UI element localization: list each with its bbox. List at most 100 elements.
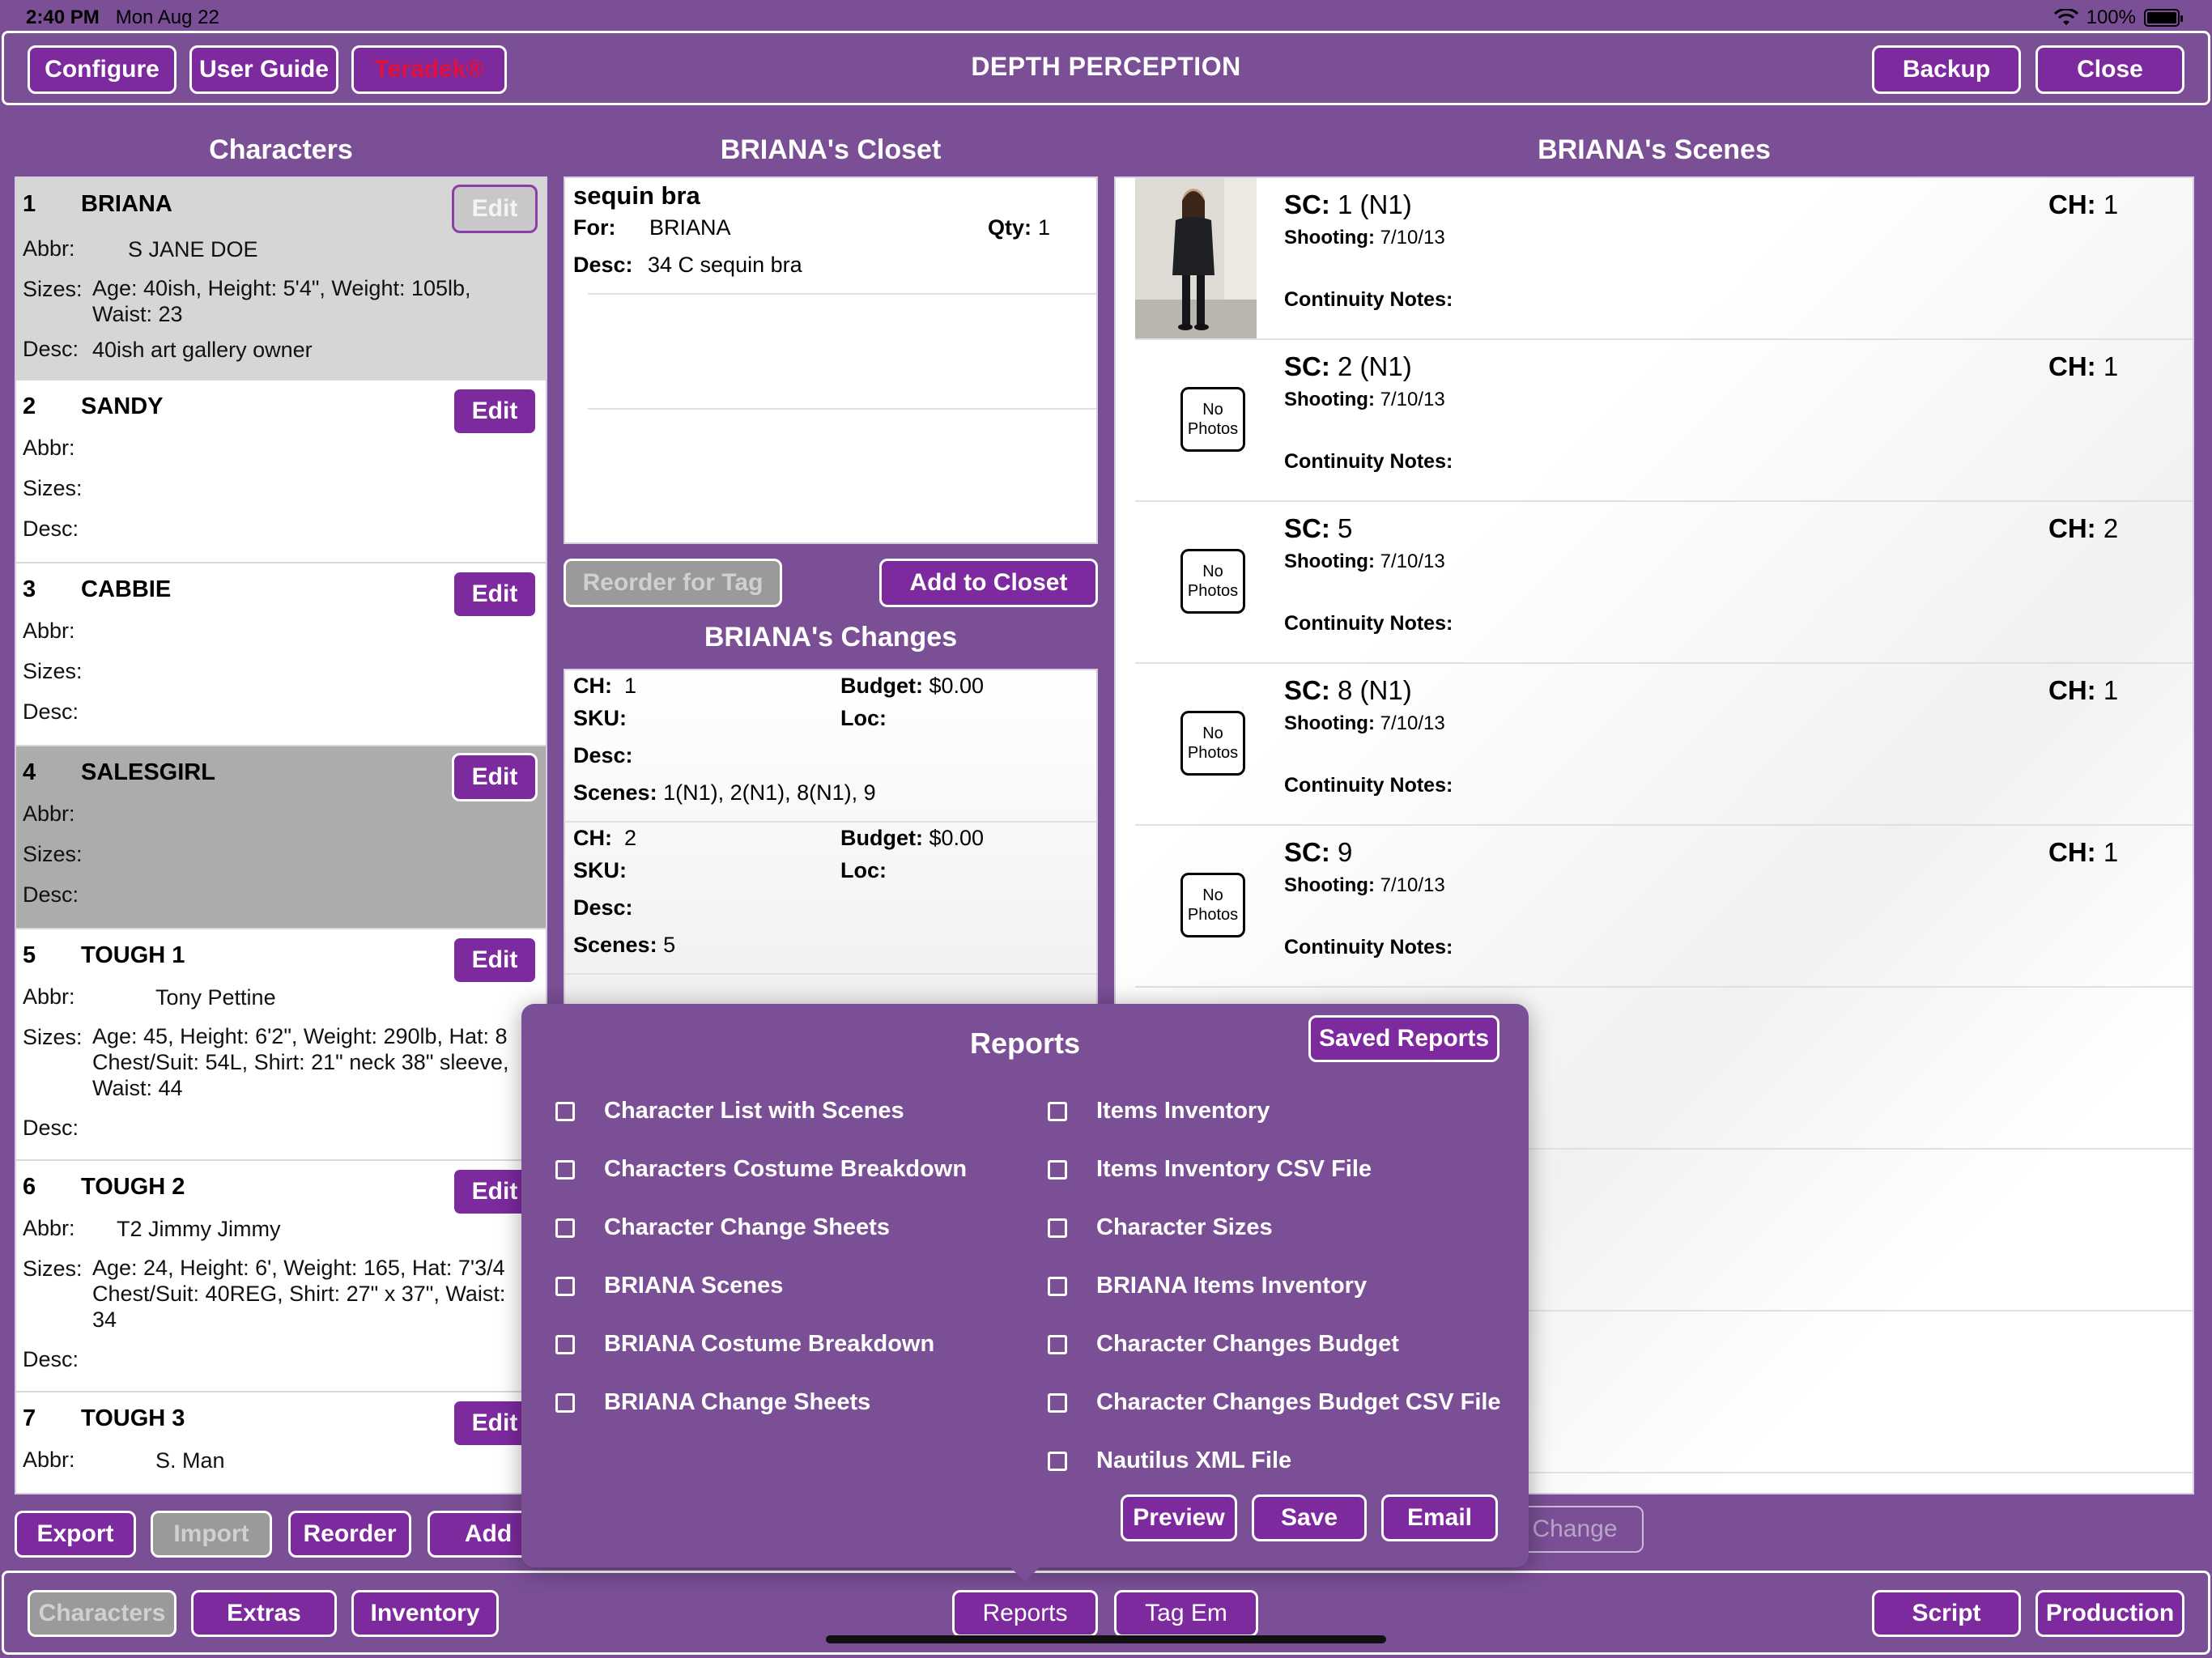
scene-row[interactable]: No Photos SC: 2 (N1) CH: 1 Shooting: 7/10…: [1135, 340, 2193, 502]
report-option[interactable]: BRIANA Costume Breakdown: [555, 1331, 934, 1358]
ch-label: CH:: [2048, 513, 2096, 543]
report-option[interactable]: BRIANA Items Inventory: [1048, 1273, 1367, 1299]
scene-row[interactable]: No Photos SC: 8 (N1) CH: 1 Shooting: 7/10…: [1135, 664, 2193, 826]
backup-button[interactable]: Backup: [1872, 45, 2021, 94]
reports-popover: Reports Saved Reports Character List wit…: [521, 1004, 1529, 1567]
no-photos-icon[interactable]: No Photos: [1180, 873, 1245, 937]
character-row-6[interactable]: 6 TOUGH 2 Edit Abbr: T2 Jimmy Jimmy Size…: [16, 1161, 546, 1392]
checkbox[interactable]: [555, 1276, 575, 1296]
report-option[interactable]: Characters Costume Breakdown: [555, 1156, 967, 1183]
character-row-5[interactable]: 5 TOUGH 1 Edit Abbr: Tony Pettine Sizes:…: [16, 929, 546, 1161]
change-row-1[interactable]: CH: 1 Budget: $0.00 SKU: Loc: Desc: Scen…: [565, 670, 1096, 823]
report-option[interactable]: BRIANA Change Sheets: [555, 1389, 870, 1416]
characters-list[interactable]: 1 BRIANA Edit Abbr: S JANE DOE Sizes: Ag…: [15, 176, 547, 1494]
teradek-button[interactable]: Teradek®: [351, 45, 507, 94]
changes-list[interactable]: CH: 1 Budget: $0.00 SKU: Loc: Desc: Scen…: [564, 669, 1098, 1009]
character-number: 6: [23, 1174, 36, 1200]
edit-character-button[interactable]: Edit: [452, 387, 538, 436]
tab-tag-em[interactable]: Tag Em: [1114, 1590, 1258, 1637]
no-photos-icon[interactable]: No Photos: [1180, 549, 1245, 614]
saved-reports-button[interactable]: Saved Reports: [1308, 1015, 1499, 1062]
report-option[interactable]: Character Changes Budget CSV File: [1048, 1389, 1501, 1416]
checkbox[interactable]: [555, 1392, 575, 1413]
sizes-label: Sizes:: [23, 1256, 83, 1281]
scene-row[interactable]: No Photos SC: 5 CH: 2 Shooting: 7/10/13 C…: [1135, 502, 2193, 664]
abbr-label: Abbr:: [23, 1448, 75, 1472]
user-guide-button[interactable]: User Guide: [189, 45, 338, 94]
closet-item-name: sequin bra: [573, 181, 700, 210]
edit-character-button[interactable]: Edit: [452, 936, 538, 984]
character-row-7[interactable]: 7 TOUGH 3 Edit Abbr: S. Man: [16, 1392, 546, 1493]
close-button[interactable]: Close: [2035, 45, 2184, 94]
scene-row[interactable]: No Photos SC: 9 CH: 1 Shooting: 7/10/13 C…: [1135, 826, 2193, 988]
save-button[interactable]: Save: [1252, 1494, 1367, 1541]
reorder-for-tag-button[interactable]: Reorder for Tag: [564, 559, 782, 607]
scenes-title: BRIANA's Scenes: [1538, 134, 1771, 165]
desc-value: 40ish art gallery owner: [92, 338, 313, 362]
add-to-closet-button[interactable]: Add to Closet: [879, 559, 1098, 607]
sizes-value: Age: 24, Height: 6', Weight: 165, Hat: 7…: [92, 1256, 506, 1332]
reorder-button[interactable]: Reorder: [288, 1511, 411, 1558]
no-photos-icon[interactable]: No Photos: [1180, 711, 1245, 776]
checkbox[interactable]: [555, 1334, 575, 1354]
tab-characters[interactable]: Characters: [28, 1590, 177, 1637]
configure-button[interactable]: Configure: [28, 45, 177, 94]
report-option-label: Characters Costume Breakdown: [604, 1156, 968, 1182]
abbr-label: Abbr:: [23, 1216, 75, 1240]
edit-character-button[interactable]: Edit: [452, 753, 538, 801]
ch-label: CH:: [2048, 675, 2096, 705]
character-name: CABBIE: [81, 576, 172, 602]
checkbox[interactable]: [555, 1159, 575, 1180]
checkbox[interactable]: [1048, 1276, 1067, 1296]
character-number: 5: [23, 942, 36, 968]
checkbox[interactable]: [1048, 1159, 1067, 1180]
report-option[interactable]: Character Change Sheets: [555, 1214, 890, 1241]
no-photos-icon[interactable]: No Photos: [1180, 387, 1245, 452]
character-name: BRIANA: [81, 191, 172, 217]
character-row-2[interactable]: 2 SANDY Edit Abbr: Sizes: Desc:: [16, 380, 546, 563]
closet-title: BRIANA's Closet: [720, 134, 942, 165]
report-option[interactable]: BRIANA Scenes: [555, 1273, 783, 1299]
checkbox[interactable]: [1048, 1334, 1067, 1354]
checkbox[interactable]: [1048, 1101, 1067, 1121]
report-option[interactable]: Nautilus XML File: [1048, 1448, 1291, 1474]
preview-button[interactable]: Preview: [1121, 1494, 1237, 1541]
scene-photo[interactable]: [1135, 178, 1257, 338]
change-row-2[interactable]: CH: 2 Budget: $0.00 SKU: Loc: Desc: Scen…: [565, 823, 1096, 975]
checkbox[interactable]: [1048, 1451, 1067, 1471]
report-option-label: Items Inventory: [1096, 1098, 1270, 1124]
report-option-label: Character Sizes: [1096, 1214, 1273, 1240]
export-button[interactable]: Export: [15, 1511, 136, 1558]
report-option[interactable]: Character Changes Budget: [1048, 1331, 1399, 1358]
character-row-3[interactable]: 3 CABBIE Edit Abbr: Sizes: Desc:: [16, 563, 546, 746]
edit-character-button[interactable]: Edit: [452, 570, 538, 619]
character-row-1[interactable]: 1 BRIANA Edit Abbr: S JANE DOE Sizes: Ag…: [16, 178, 546, 380]
sc-value: 1 (N1): [1338, 189, 1412, 219]
checkbox[interactable]: [555, 1218, 575, 1238]
report-option[interactable]: Character List with Scenes: [555, 1098, 904, 1124]
import-button[interactable]: Import: [151, 1511, 272, 1558]
tab-script[interactable]: Script: [1872, 1590, 2021, 1637]
checkbox[interactable]: [1048, 1392, 1067, 1413]
shooting-label: Shooting:: [1284, 712, 1375, 734]
closet-qty-value: 1: [1038, 215, 1051, 240]
character-number: 4: [23, 759, 36, 785]
email-button[interactable]: Email: [1381, 1494, 1498, 1541]
edit-character-button[interactable]: Edit: [452, 185, 538, 233]
tab-production[interactable]: Production: [2035, 1590, 2184, 1637]
report-option[interactable]: Items Inventory CSV File: [1048, 1156, 1372, 1183]
tab-reports[interactable]: Reports: [952, 1590, 1098, 1637]
tab-inventory[interactable]: Inventory: [351, 1590, 499, 1637]
checkbox[interactable]: [555, 1101, 575, 1121]
ch-label: CH:: [573, 826, 612, 850]
character-row-4[interactable]: 4 SALESGIRL Edit Abbr: Sizes: Desc:: [16, 746, 546, 929]
report-option[interactable]: Character Sizes: [1048, 1214, 1273, 1241]
scene-row[interactable]: SC: 1 (N1) CH: 1 Shooting: 7/10/13 Conti…: [1135, 178, 2193, 340]
sizes-label: Sizes:: [23, 476, 83, 500]
report-option[interactable]: Items Inventory: [1048, 1098, 1270, 1124]
checkbox[interactable]: [1048, 1218, 1067, 1238]
ch-value: 2: [624, 826, 637, 850]
no-photos-text: No: [1202, 886, 1223, 904]
tab-extras[interactable]: Extras: [191, 1590, 337, 1637]
desc-label: Desc:: [23, 517, 79, 541]
